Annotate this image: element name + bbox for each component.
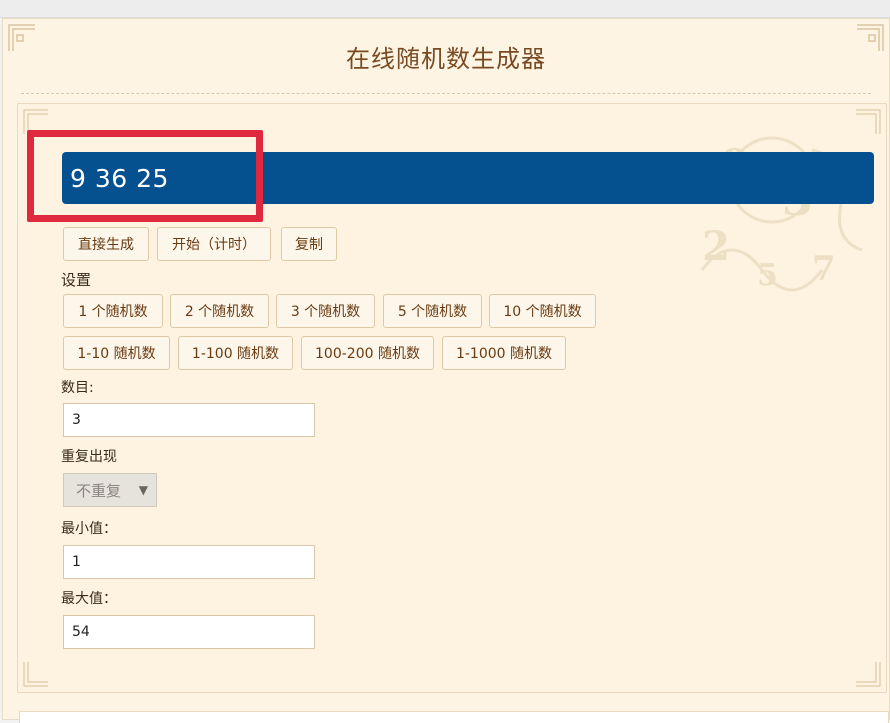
preset-2-count-button[interactable]: 2 个随机数 [170, 294, 269, 328]
repeat-select[interactable]: 不重复 ▼ [63, 473, 157, 507]
preset-range-1-100-button[interactable]: 1-100 随机数 [178, 336, 293, 370]
corner-ornament-icon [852, 658, 882, 688]
preset-range-1-1000-button[interactable]: 1-1000 随机数 [442, 336, 566, 370]
svg-text:7: 7 [812, 249, 836, 289]
highlight-annotation-box [27, 130, 263, 222]
preset-1-count-button[interactable]: 1 个随机数 [63, 294, 163, 328]
dropdown-arrow-icon: ▼ [138, 483, 148, 497]
copy-button[interactable]: 复制 [281, 227, 337, 261]
count-label: 数目: [61, 380, 94, 396]
svg-text:2: 2 [702, 223, 730, 270]
corner-ornament-icon [22, 658, 52, 688]
preset-3-count-button[interactable]: 3 个随机数 [276, 294, 375, 328]
start-timer-button[interactable]: 开始（计时） [157, 227, 271, 261]
browser-top-strip [0, 0, 890, 18]
repeat-selected-value: 不重复 [76, 481, 122, 500]
min-input[interactable]: 1 [63, 545, 315, 579]
count-input[interactable]: 3 [63, 403, 315, 437]
page-header: 在线随机数生成器 [3, 19, 889, 93]
output-area [19, 711, 889, 723]
repeat-label: 重复出现 [61, 449, 117, 465]
preset-10-count-button[interactable]: 10 个随机数 [489, 294, 596, 328]
header-divider [21, 93, 871, 94]
preset-range-100-200-button[interactable]: 100-200 随机数 [301, 336, 434, 370]
min-label: 最小值： [61, 521, 117, 537]
page-title: 在线随机数生成器 [346, 44, 546, 73]
preset-range-1-10-button[interactable]: 1-10 随机数 [63, 336, 170, 370]
max-label: 最大值： [61, 591, 117, 607]
preset-5-count-button[interactable]: 5 个随机数 [383, 294, 482, 328]
svg-text:5: 5 [757, 258, 778, 293]
max-input[interactable]: 54 [63, 615, 315, 649]
number-watermark-icon: 8 3 2 5 7 + * [662, 120, 882, 320]
generator-card: 在线随机数生成器 8 3 2 [2, 18, 890, 723]
settings-heading: 设置 [61, 271, 92, 289]
generate-button[interactable]: 直接生成 [63, 227, 149, 261]
